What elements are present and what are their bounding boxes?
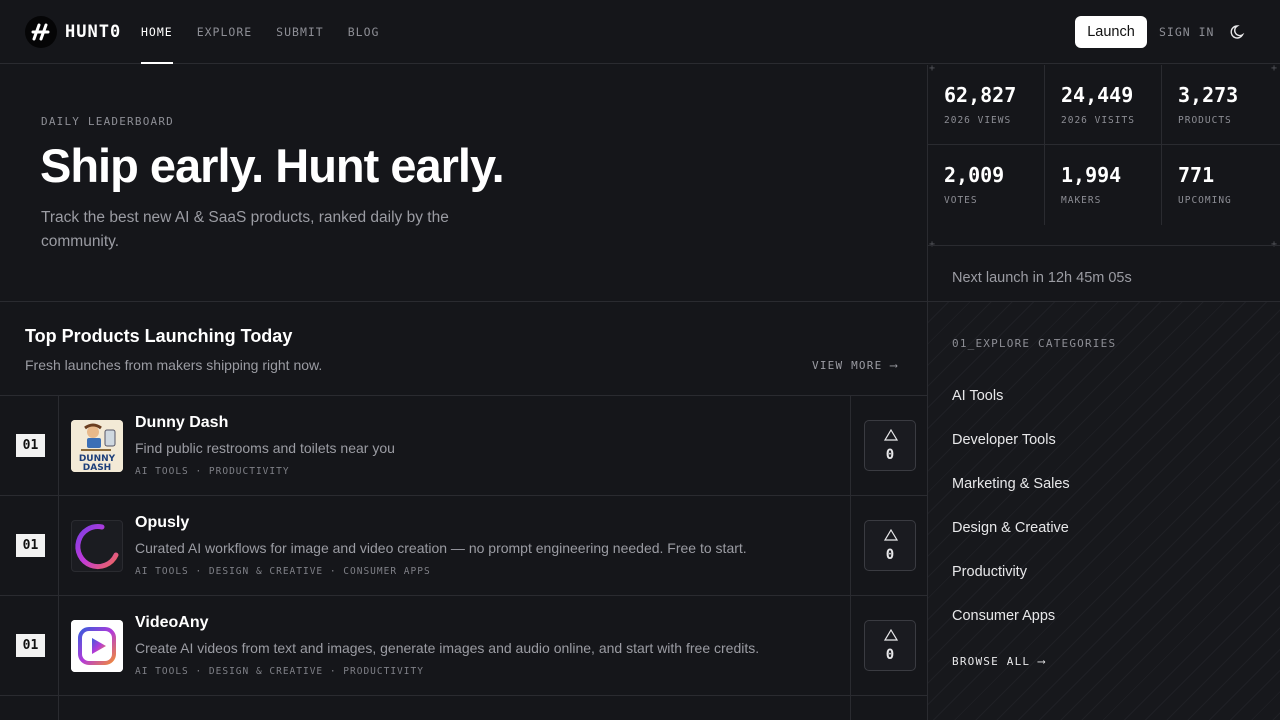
- theme-toggle-button[interactable]: [1223, 16, 1255, 48]
- hero-headline: Ship early. Hunt early.: [40, 139, 505, 192]
- stats-grid: + + 62,827 2026 VIEWS 24,449 2026 VISITS…: [928, 63, 1280, 250]
- logo-mark-icon[interactable]: [25, 16, 57, 48]
- categories-title: 01_EXPLORE CATEGORIES: [952, 337, 1117, 350]
- stat-products: 3,273 PRODUCTS: [1162, 65, 1280, 145]
- rank-badge: 01: [16, 434, 45, 457]
- stat-label: 2026 VISITS: [1061, 115, 1135, 126]
- brand-name[interactable]: HUNT0: [65, 22, 121, 42]
- nav-home[interactable]: HOME: [141, 25, 173, 64]
- thumbnail-text: DASH: [83, 463, 111, 472]
- category-marketing-sales[interactable]: Marketing & Sales: [952, 476, 1070, 492]
- category-developer-tools[interactable]: Developer Tools: [952, 432, 1056, 448]
- product-tags: AI TOOLS · DESIGN & CREATIVE · CONSUMER …: [135, 566, 431, 577]
- hero-subline: Track the best new AI & SaaS products, r…: [41, 209, 449, 250]
- stat-makers: 1,994 MAKERS: [1045, 145, 1162, 225]
- upvote-button[interactable]: 0: [864, 520, 916, 571]
- category-design-creative[interactable]: Design & Creative: [952, 520, 1069, 536]
- vote-cell: 0: [850, 396, 928, 495]
- countdown-text: Next launch in 12h 45m 05s: [952, 270, 1132, 286]
- stat-visits: 24,449 2026 VISITS: [1045, 65, 1162, 145]
- view-more-link[interactable]: VIEW MORE ⟶: [812, 359, 898, 372]
- vote-cell: [850, 696, 928, 720]
- stat-label: PRODUCTS: [1178, 115, 1232, 126]
- stat-value: 24,449: [1061, 83, 1134, 107]
- hero-eyebrow: DAILY LEADERBOARD: [41, 115, 174, 128]
- nav-blog[interactable]: BLOG: [348, 25, 380, 39]
- vote-count: 0: [885, 447, 895, 463]
- product-name[interactable]: VideoAny: [135, 614, 209, 632]
- stat-label: VOTES: [944, 195, 978, 206]
- product-row[interactable]: 01 VideoAny Create AI videos from text a…: [0, 595, 928, 695]
- next-launch-countdown: Next launch in 12h 45m 05s: [928, 245, 1280, 302]
- product-thumbnail: DUNNY DASH: [71, 420, 123, 472]
- main-nav: HOME EXPLORE SUBMIT BLOG: [141, 25, 380, 64]
- browse-all-link[interactable]: BROWSE ALL ⟶: [952, 655, 1046, 668]
- product-name[interactable]: Opusly: [135, 514, 189, 532]
- nav-explore[interactable]: EXPLORE: [197, 25, 252, 39]
- rank-badge: 01: [16, 634, 45, 657]
- stat-value: 62,827: [944, 83, 1017, 107]
- stat-value: 3,273: [1178, 83, 1239, 107]
- stat-label: 2026 VIEWS: [944, 115, 1012, 126]
- product-tags: AI TOOLS · DESIGN & CREATIVE · PRODUCTIV…: [135, 666, 424, 677]
- product-description: Curated AI workflows for image and video…: [135, 540, 747, 556]
- upvote-button[interactable]: 0: [864, 620, 916, 671]
- moon-icon: [1230, 25, 1245, 39]
- vote-count: 0: [885, 547, 895, 563]
- products-section: Top Products Launching Today Fresh launc…: [0, 302, 928, 720]
- stat-value: 1,994: [1061, 163, 1122, 187]
- rank-badge: 01: [16, 534, 45, 557]
- rank-cell: [0, 696, 59, 720]
- sign-in-link[interactable]: SIGN IN: [1159, 25, 1214, 39]
- triangle-up-icon: [884, 429, 898, 441]
- rank-cell: 01: [0, 396, 59, 495]
- launch-button[interactable]: Launch: [1075, 16, 1147, 48]
- vote-cell: 0: [850, 496, 928, 595]
- category-consumer-apps[interactable]: Consumer Apps: [952, 608, 1055, 624]
- vote-count: 0: [885, 647, 895, 663]
- triangle-up-icon: [884, 629, 898, 641]
- product-row[interactable]: [0, 695, 928, 720]
- rank-cell: 01: [0, 496, 59, 595]
- stat-votes: 2,009 VOTES: [928, 145, 1045, 225]
- product-tags: AI TOOLS · PRODUCTIVITY: [135, 466, 290, 477]
- stat-value: 2,009: [944, 163, 1005, 187]
- triangle-up-icon: [884, 529, 898, 541]
- nav-submit[interactable]: SUBMIT: [276, 25, 324, 39]
- category-productivity[interactable]: Productivity: [952, 564, 1027, 580]
- categories-panel: 01_EXPLORE CATEGORIES AI Tools Developer…: [928, 302, 1280, 720]
- section-subtitle: Fresh launches from makers shipping righ…: [25, 357, 323, 373]
- top-navigation-bar: HUNT0 HOME EXPLORE SUBMIT BLOG Launch SI…: [0, 0, 1280, 64]
- product-description: Create AI videos from text and images, g…: [135, 640, 760, 656]
- rank-cell: 01: [0, 596, 59, 695]
- vote-cell: 0: [850, 596, 928, 695]
- stat-label: UPCOMING: [1178, 195, 1232, 206]
- product-thumbnail: [71, 620, 123, 672]
- upvote-button[interactable]: 0: [864, 420, 916, 471]
- product-row[interactable]: 01 DUNNY DASH Dunny Dash Find public res…: [0, 395, 928, 495]
- product-row[interactable]: 01 Opusly Curated AI workflows for image…: [0, 495, 928, 595]
- hero-section: DAILY LEADERBOARD Ship early. Hunt early…: [0, 65, 928, 302]
- section-title: Top Products Launching Today: [25, 326, 293, 346]
- category-ai-tools[interactable]: AI Tools: [952, 388, 1003, 404]
- product-thumbnail: [71, 520, 123, 572]
- stat-label: MAKERS: [1061, 195, 1102, 206]
- stat-value: 771: [1178, 163, 1215, 187]
- stat-views: 62,827 2026 VIEWS: [928, 65, 1045, 145]
- product-name[interactable]: Dunny Dash: [135, 414, 228, 432]
- stat-upcoming: 771 UPCOMING: [1162, 145, 1280, 225]
- product-description: Find public restrooms and toilets near y…: [135, 440, 395, 456]
